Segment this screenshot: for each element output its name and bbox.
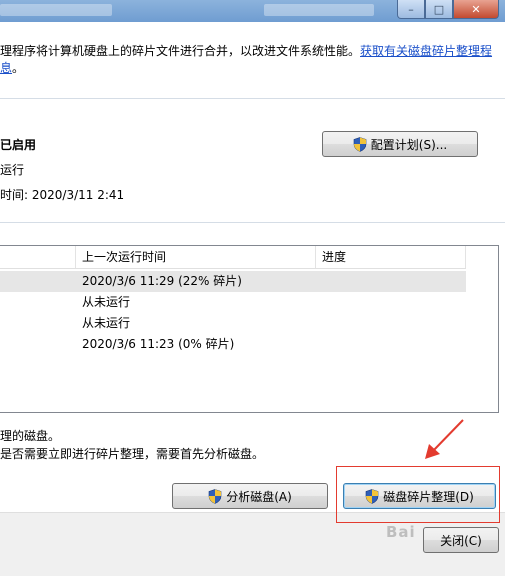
next-run-time: 时间: 2020/3/11 2:41 (0, 188, 125, 202)
close-window-button[interactable]: ✕ (453, 0, 499, 19)
table-row[interactable]: 2020/3/6 11:29 (22% 碎片) (0, 271, 466, 292)
last-run-cell: 2020/3/6 11:23 (0% 碎片) (82, 337, 235, 351)
table-row[interactable]: 从未运行 (0, 313, 466, 334)
highlight-box (336, 466, 500, 523)
title-text-blur-2 (264, 4, 374, 16)
hint-line2: 是否需要立即进行碎片整理，需要首先分析磁盘。 (0, 447, 265, 461)
help-link[interactable]: 获取有关磁盘碎片整理程 (360, 44, 492, 58)
uac-shield-icon (353, 136, 367, 152)
window-controls: – □ ✕ (397, 0, 499, 19)
list-header: 上一次运行时间 进度 (0, 246, 498, 269)
last-run-cell: 从未运行 (82, 316, 131, 330)
divider-2 (0, 222, 505, 223)
table-row[interactable]: 2020/3/6 11:23 (0% 碎片) (0, 334, 466, 355)
divider (0, 98, 505, 99)
minimize-icon: – (408, 2, 414, 16)
description-line1: 理程序将计算机硬盘上的碎片文件进行合并，以改进文件系统性能。 (0, 44, 361, 58)
watermark: Bai (386, 523, 416, 541)
schedule-run: 运行 (0, 163, 25, 177)
analyze-disk-button[interactable]: 分析磁盘(A) (172, 483, 328, 509)
description-text: 理程序将计算机硬盘上的碎片文件进行合并，以改进文件系统性能。获取有关磁盘碎片整理… (0, 43, 500, 77)
minimize-button[interactable]: – (397, 0, 425, 19)
help-link-continued[interactable]: 息 (0, 61, 12, 75)
close-icon: ✕ (471, 2, 481, 16)
hint-line1: 理的磁盘。 (0, 429, 61, 443)
close-button[interactable]: 关闭(C) (423, 527, 499, 553)
analyze-disk-label: 分析磁盘(A) (226, 489, 292, 504)
column-header-disk[interactable] (0, 246, 76, 268)
configure-schedule-button[interactable]: 配置计划(S)... (322, 131, 478, 157)
schedule-status: 已启用 (0, 138, 37, 152)
maximize-icon: □ (433, 2, 445, 16)
close-label: 关闭(C) (440, 533, 482, 548)
window-titlebar: – □ ✕ (0, 0, 505, 22)
description-line2-suffix: 。 (12, 61, 25, 75)
disk-list[interactable]: 上一次运行时间 进度 2020/3/6 11:29 (22% 碎片) 从未运行 … (0, 245, 499, 413)
column-header-last-run[interactable]: 上一次运行时间 (76, 246, 316, 268)
maximize-button[interactable]: □ (425, 0, 453, 19)
table-row[interactable]: 从未运行 (0, 292, 466, 313)
uac-shield-icon (208, 488, 222, 504)
last-run-cell: 从未运行 (82, 295, 131, 309)
column-header-progress[interactable]: 进度 (316, 246, 466, 268)
last-run-cell: 2020/3/6 11:29 (22% 碎片) (82, 274, 242, 288)
title-text-blur (0, 4, 112, 16)
configure-schedule-label: 配置计划(S)... (370, 137, 448, 152)
list-scroll-area (466, 268, 498, 412)
